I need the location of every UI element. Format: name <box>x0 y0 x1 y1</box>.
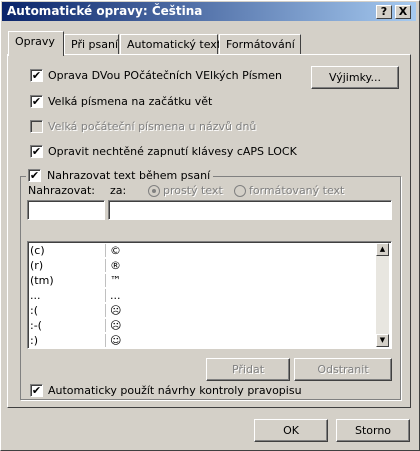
list-item-to: ☺ <box>110 334 122 347</box>
days-checkbox[interactable] <box>30 120 43 133</box>
capslock-label: Opravit nechtěné zapnutí klávesy cAPS LO… <box>48 145 297 158</box>
replace-group-label: Nahrazovat text během psaní <box>47 169 211 182</box>
capslock-checkbox[interactable]: ✔ <box>30 145 43 158</box>
sentence-label: Velká písmena na začátku vět <box>48 95 213 108</box>
twocaps-label: Oprava DVou POčátečních VElkých Písmen <box>48 69 282 82</box>
replace-input[interactable] <box>27 200 105 220</box>
list-item-to: ® <box>110 259 121 272</box>
formatted-text-radio[interactable] <box>234 185 246 197</box>
list-item-from: :-( <box>28 319 106 332</box>
list-item[interactable]: :) ☺ <box>28 334 375 347</box>
suggest-label: Automaticky použít návrhy kontroly pravo… <box>48 384 302 397</box>
down-arrow-icon[interactable]: ▼ <box>376 334 389 347</box>
list-item[interactable]: (c) © <box>28 244 375 257</box>
delete-button[interactable]: Odstranit <box>294 358 392 381</box>
list-item-to: ... <box>110 289 121 302</box>
with-column-label: za: <box>110 184 127 197</box>
list-item-to: © <box>110 244 121 257</box>
list-item-from: (tm) <box>28 274 106 287</box>
list-item[interactable]: ... ... <box>28 289 375 302</box>
list-item[interactable]: :-( ☹ <box>28 319 375 332</box>
list-item-from: :( <box>28 304 106 317</box>
list-item[interactable]: (tm) ™ <box>28 274 375 287</box>
replace-column-label: Nahrazovat: <box>28 184 95 197</box>
replace-group-header: ✔ Nahrazovat text během psaní <box>26 169 214 183</box>
list-item[interactable]: (r) ® <box>28 259 375 272</box>
list-item-to: ™ <box>110 274 121 287</box>
sentence-checkbox[interactable]: ✔ <box>30 95 43 108</box>
list-item-from: :) <box>28 334 106 347</box>
exceptions-button[interactable]: Výjimky... <box>311 66 399 89</box>
ok-button[interactable]: OK <box>254 419 328 442</box>
replacement-list[interactable]: (c) © (r) ® (tm) ™ ... ... :( ☹ :-( ☹ :)… <box>27 241 392 349</box>
list-item-from: (c) <box>28 244 106 257</box>
plain-text-label: prostý text <box>163 184 223 197</box>
list-scrollbar[interactable]: ▲ ▼ <box>376 243 389 347</box>
up-arrow-icon[interactable]: ▲ <box>376 243 389 256</box>
add-button[interactable]: Přidat <box>206 358 290 381</box>
days-label: Velká počáteční písmena u názvů dnů <box>48 120 257 133</box>
plain-text-radio[interactable] <box>148 185 160 197</box>
replace-checkbox[interactable]: ✔ <box>28 169 41 182</box>
list-item-from: ... <box>28 289 106 302</box>
with-input[interactable] <box>108 200 392 220</box>
suggest-checkbox[interactable]: ✔ <box>30 384 43 397</box>
twocaps-checkbox[interactable]: ✔ <box>30 69 43 82</box>
formatted-text-label: formátovaný text <box>249 184 345 197</box>
list-item-from: (r) <box>28 259 106 272</box>
list-item[interactable]: :( ☹ <box>28 304 375 317</box>
cancel-button[interactable]: Storno <box>336 419 410 442</box>
list-item-to: ☹ <box>110 304 122 317</box>
list-item-to: ☹ <box>110 319 122 332</box>
